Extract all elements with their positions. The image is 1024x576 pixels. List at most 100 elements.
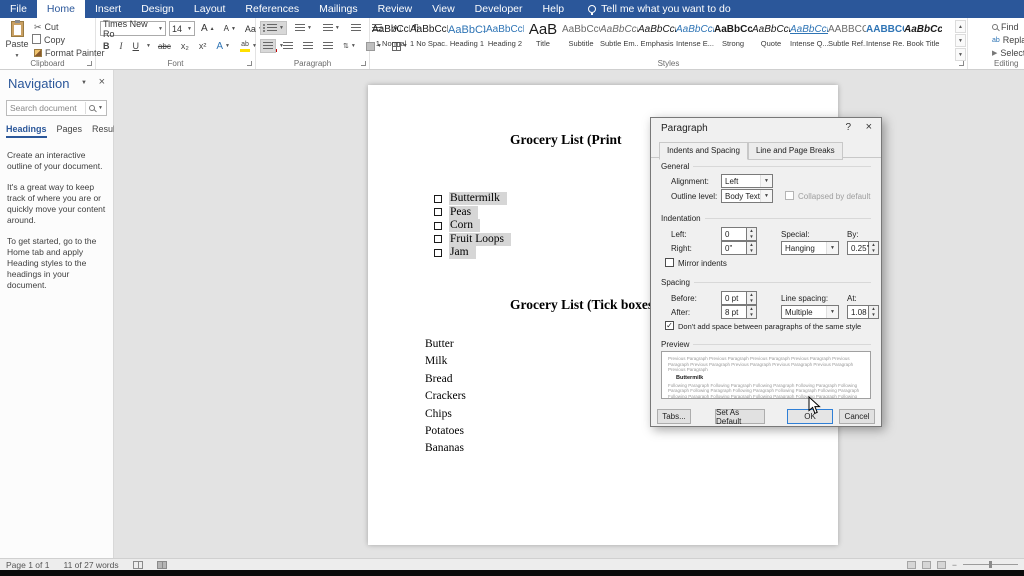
mirror-indents-checkbox[interactable] bbox=[665, 258, 674, 267]
checkbox-icon[interactable] bbox=[434, 195, 442, 203]
list-item[interactable]: Jam bbox=[434, 246, 511, 260]
alignment-select[interactable]: Left▼ bbox=[721, 174, 773, 188]
tab-insert[interactable]: Insert bbox=[85, 0, 131, 18]
style-heading-2[interactable]: AaBbCcEHeading 2 bbox=[486, 21, 524, 48]
tab-line-and-page-breaks[interactable]: Line and Page Breaks bbox=[748, 142, 843, 160]
align-right-button[interactable] bbox=[300, 39, 316, 53]
gallery-up-button[interactable]: ▲ bbox=[955, 20, 966, 33]
navigation-close-icon[interactable]: × bbox=[99, 76, 105, 88]
zoom-slider[interactable] bbox=[963, 564, 1018, 565]
bullets-button[interactable]: ▼ bbox=[260, 21, 287, 35]
by-spinner[interactable]: 0.25" ▲▼ bbox=[847, 241, 879, 255]
list-item[interactable]: Bread bbox=[425, 373, 466, 390]
spinner-arrows-icon[interactable]: ▲▼ bbox=[747, 227, 757, 241]
style-subtle-emphasis[interactable]: AaBbCcLSubtle Em... bbox=[600, 21, 638, 48]
font-size-select[interactable]: 14 ▼ bbox=[169, 21, 195, 36]
line-spacing-select[interactable]: Multiple▼ bbox=[781, 305, 839, 319]
nav-tab-pages[interactable]: Pages bbox=[57, 124, 83, 138]
checkbox-icon[interactable] bbox=[434, 249, 442, 257]
indent-left-spinner[interactable]: 0 ▲▼ bbox=[721, 227, 757, 241]
grow-font-button[interactable]: A▲ bbox=[198, 22, 218, 36]
special-select[interactable]: Hanging▼ bbox=[781, 241, 839, 255]
spinner-arrows-icon[interactable]: ▲▼ bbox=[869, 305, 879, 319]
spacing-before-spinner[interactable]: 0 pt ▲▼ bbox=[721, 291, 757, 305]
web-layout-icon[interactable] bbox=[937, 561, 946, 569]
spacing-after-spinner[interactable]: 8 pt ▲▼ bbox=[721, 305, 757, 319]
spinner-arrows-icon[interactable]: ▲▼ bbox=[747, 291, 757, 305]
tab-home[interactable]: Home bbox=[37, 0, 85, 18]
tab-view[interactable]: View bbox=[422, 0, 465, 18]
style-title[interactable]: AaBTitle bbox=[524, 21, 562, 48]
indent-right-spinner[interactable]: 0" ▲▼ bbox=[721, 241, 757, 255]
italic-button[interactable]: I bbox=[117, 39, 126, 53]
cancel-button[interactable]: Cancel bbox=[839, 409, 875, 424]
nav-tab-headings[interactable]: Headings bbox=[6, 124, 47, 138]
list-item[interactable]: Buttermilk bbox=[434, 192, 511, 206]
style-intense-reference[interactable]: AABBCCIntense Re... bbox=[866, 21, 904, 48]
proofing-status-icon[interactable] bbox=[133, 561, 143, 569]
list-item[interactable]: Fruit Loops bbox=[434, 233, 511, 247]
style-normal[interactable]: AaBbCcI1 Normal bbox=[372, 21, 410, 48]
list-item[interactable]: Chips bbox=[425, 408, 466, 425]
style-quote[interactable]: AaBbCcLQuote bbox=[752, 21, 790, 48]
spinner-arrows-icon[interactable]: ▲▼ bbox=[747, 305, 757, 319]
text-effects-button[interactable]: A▼ bbox=[213, 39, 233, 53]
tab-layout[interactable]: Layout bbox=[184, 0, 236, 18]
tab-review[interactable]: Review bbox=[368, 0, 422, 18]
spinner-arrows-icon[interactable]: ▲▼ bbox=[747, 241, 757, 255]
cut-button[interactable]: ✂ Cut bbox=[34, 21, 105, 33]
help-icon[interactable]: ? bbox=[845, 122, 851, 133]
outline-level-select[interactable]: Body Text▼ bbox=[721, 189, 773, 203]
checkbox-icon[interactable] bbox=[434, 208, 442, 216]
shrink-font-button[interactable]: A▼ bbox=[221, 22, 239, 36]
checkbox-icon[interactable] bbox=[434, 222, 442, 230]
word-count[interactable]: 11 of 27 words bbox=[63, 560, 118, 570]
style-emphasis[interactable]: AaBbCcLEmphasis bbox=[638, 21, 676, 48]
style-strong[interactable]: AaBbCcIStrong bbox=[714, 21, 752, 48]
font-family-select[interactable]: Times New Ro ▼ bbox=[100, 21, 166, 36]
read-mode-icon[interactable] bbox=[907, 561, 916, 569]
style-subtitle[interactable]: AaBbCcCSubtitle bbox=[562, 21, 600, 48]
numbering-button[interactable]: ▼ bbox=[292, 21, 315, 35]
list-item[interactable]: Milk bbox=[425, 355, 466, 372]
subscript-button[interactable]: x₂ bbox=[178, 39, 192, 53]
style-intense-quote[interactable]: AaBbCcLIntense Q... bbox=[790, 21, 828, 48]
print-layout-icon[interactable] bbox=[922, 561, 931, 569]
tab-mailings[interactable]: Mailings bbox=[309, 0, 368, 18]
at-spinner[interactable]: 1.08 ▲▼ bbox=[847, 305, 879, 319]
select-button[interactable]: ▶ Select bbox=[992, 47, 1024, 59]
style-no-spacing[interactable]: AaBbCcI1 No Spac... bbox=[410, 21, 448, 48]
line-spacing-button[interactable]: ⇅▼ bbox=[340, 39, 359, 53]
underline-button[interactable]: U bbox=[130, 39, 143, 53]
style-intense-emphasis[interactable]: AaBbCcLIntense E... bbox=[676, 21, 714, 48]
superscript-button[interactable]: x² bbox=[196, 39, 210, 53]
gallery-down-button[interactable]: ▼ bbox=[955, 34, 966, 47]
multilevel-list-button[interactable]: ▼ bbox=[320, 21, 343, 35]
format-painter-button[interactable]: Format Painter bbox=[34, 47, 105, 59]
style-book-title[interactable]: AaBbCc․Book Title bbox=[904, 21, 942, 48]
align-center-button[interactable] bbox=[280, 39, 296, 53]
list-item[interactable]: Corn bbox=[434, 219, 511, 233]
font-dialog-launcher-icon[interactable] bbox=[247, 61, 252, 66]
zoom-out-icon[interactable]: − bbox=[952, 560, 957, 570]
strikethrough-button[interactable]: abc bbox=[155, 39, 174, 53]
paragraph-dialog-launcher-icon[interactable] bbox=[361, 61, 366, 66]
document-area[interactable]: Grocery List (Print Buttermilk Peas Corn… bbox=[114, 70, 1024, 558]
tab-file[interactable]: File bbox=[0, 0, 37, 18]
style-heading-1[interactable]: AaBbCʇHeading 1 bbox=[448, 21, 486, 48]
tab-developer[interactable]: Developer bbox=[465, 0, 533, 18]
list-item[interactable]: Butter bbox=[425, 338, 466, 355]
set-as-default-button[interactable]: Set As Default bbox=[715, 409, 765, 424]
tabs-button[interactable]: Tabs... bbox=[657, 409, 691, 424]
styles-dialog-launcher-icon[interactable] bbox=[959, 61, 964, 66]
tab-indents-and-spacing[interactable]: Indents and Spacing bbox=[659, 142, 748, 160]
macro-recording-icon[interactable] bbox=[157, 561, 167, 569]
checkbox-icon[interactable] bbox=[434, 235, 442, 243]
find-button[interactable]: Find bbox=[992, 21, 1024, 33]
decrease-indent-button[interactable] bbox=[348, 21, 364, 35]
collapsed-by-default-checkbox[interactable] bbox=[785, 191, 794, 200]
spinner-arrows-icon[interactable]: ▲▼ bbox=[869, 241, 879, 255]
zoom-slider-thumb[interactable] bbox=[989, 561, 992, 568]
dont-add-space-checkbox[interactable]: ✓ bbox=[665, 321, 674, 330]
navigation-options-chevron-icon[interactable]: ▼ bbox=[81, 80, 87, 86]
